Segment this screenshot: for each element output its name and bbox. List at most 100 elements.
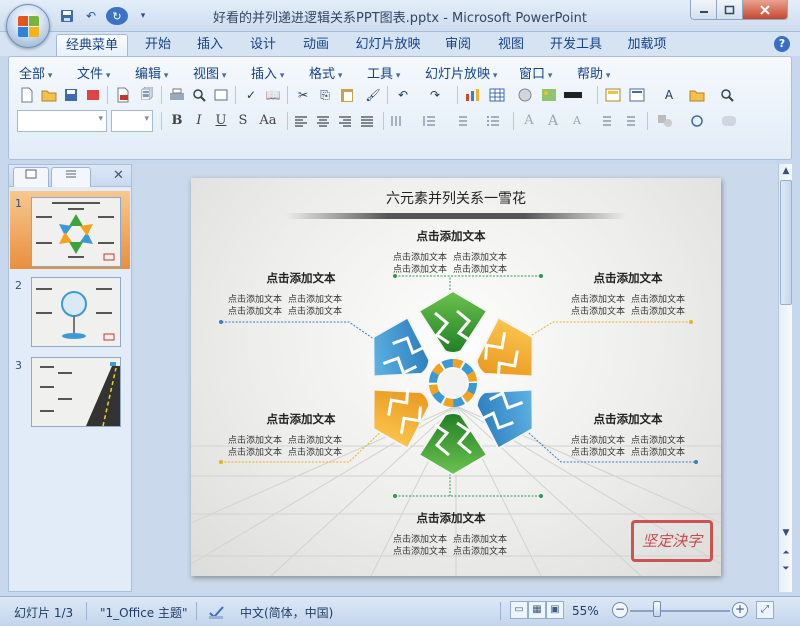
shadow-button[interactable]: S: [233, 111, 253, 131]
slide-sorter-button[interactable]: ▦: [528, 601, 546, 619]
spelling-icon[interactable]: ✓: [241, 85, 261, 105]
fit-to-window-icon[interactable]: ⤢: [756, 601, 774, 619]
insert-picture-icon[interactable]: [539, 85, 559, 105]
minimize-button[interactable]: [690, 0, 717, 20]
align-left-icon[interactable]: [291, 111, 311, 131]
slideshow-button[interactable]: ▣: [546, 601, 564, 619]
zoom-slider-knob[interactable]: [653, 601, 661, 617]
menu-tools[interactable]: 工具: [367, 63, 400, 82]
italic-button[interactable]: I: [189, 111, 209, 131]
help-icon[interactable]: ?: [774, 36, 790, 52]
heading-upper-left[interactable]: 点击添加文本: [241, 270, 361, 286]
copy-icon[interactable]: ⎘: [315, 85, 335, 105]
menu-insert[interactable]: 插入: [251, 63, 284, 82]
grow-font-icon[interactable]: A: [543, 111, 563, 131]
theme-name[interactable]: "1_Office 主题": [100, 604, 188, 621]
next-slide-icon[interactable]: ⏷: [779, 564, 793, 574]
print-preview-icon[interactable]: [189, 85, 209, 105]
bold-button[interactable]: B: [167, 111, 187, 131]
justify-icon[interactable]: [357, 111, 377, 131]
menu-help[interactable]: 帮助: [577, 63, 610, 82]
menu-all[interactable]: 全部: [19, 63, 52, 82]
zoom-level[interactable]: 55%: [572, 604, 599, 618]
export-pdf-icon[interactable]: [113, 85, 133, 105]
slide-thumbnail-1[interactable]: [31, 197, 121, 267]
bullets-icon[interactable]: [483, 111, 503, 131]
tab-addins[interactable]: 加载项: [622, 34, 672, 56]
slides-tab[interactable]: [13, 167, 49, 187]
undo-icon[interactable]: ↶: [393, 85, 413, 105]
tab-slideshow[interactable]: 幻灯片放映: [350, 34, 426, 56]
tab-animations[interactable]: 动画: [296, 34, 336, 56]
arrange-icon[interactable]: [687, 111, 707, 131]
body-bottom[interactable]: 点击添加文本 点击添加文本 点击添加文本 点击添加文本: [393, 534, 523, 558]
tab-view[interactable]: 视图: [491, 34, 531, 56]
numbering-icon[interactable]: [451, 111, 471, 131]
clipart-icon[interactable]: [515, 85, 535, 105]
font-name-combo[interactable]: [17, 110, 107, 132]
insert-chart-icon[interactable]: [463, 85, 483, 105]
change-case-button[interactable]: Aa: [255, 111, 281, 131]
language-indicator[interactable]: 中文(简体，中国): [240, 604, 333, 621]
close-pane-icon[interactable]: ✕: [113, 168, 124, 183]
heading-lower-right[interactable]: 点击添加文本: [568, 411, 688, 427]
format-painter-icon[interactable]: 🖌: [363, 85, 383, 105]
slide-thumbnail-2[interactable]: [31, 277, 121, 347]
line-spacing-icon[interactable]: [419, 111, 439, 131]
decrease-indent-icon[interactable]: [595, 111, 615, 131]
quick-styles-icon[interactable]: [719, 111, 739, 131]
zoom-out-button[interactable]: −: [612, 602, 628, 618]
attach-icon[interactable]: 🗐: [137, 85, 157, 105]
body-lower-left[interactable]: 点击添加文本 点击添加文本 点击添加文本 点击添加文本: [228, 435, 358, 459]
scrollbar-thumb[interactable]: [780, 180, 792, 305]
slide-thumbnail-3[interactable]: [31, 357, 121, 427]
open-folder-icon[interactable]: [39, 85, 59, 105]
new-document-icon[interactable]: [17, 85, 37, 105]
paste-icon[interactable]: [337, 85, 357, 105]
tab-insert[interactable]: 插入: [190, 34, 230, 56]
tab-home[interactable]: 开始: [138, 34, 178, 56]
menu-window[interactable]: 窗口: [519, 63, 552, 82]
menu-slideshow[interactable]: 幻灯片放映: [425, 63, 497, 82]
shapes-icon[interactable]: [655, 111, 675, 131]
current-slide[interactable]: 六元素并列关系一雪花 点击添加文本 点击添加文本 点击添加文本 点击添加文本 点…: [191, 178, 721, 576]
previous-slide-icon[interactable]: ⏶: [779, 548, 793, 558]
scroll-down-icon[interactable]: ▼: [779, 528, 793, 538]
body-upper-left[interactable]: 点击添加文本 点击添加文本 点击添加文本 点击添加文本: [228, 294, 358, 318]
spelling-check-icon[interactable]: [208, 604, 226, 623]
body-lower-right[interactable]: 点击添加文本 点击添加文本 点击添加文本 点击添加文本: [571, 435, 701, 459]
open-folder-small-icon[interactable]: [687, 85, 707, 105]
zoom-in-button[interactable]: +: [732, 602, 748, 618]
vertical-scrollbar[interactable]: ▲ ▼ ⏶ ⏷: [778, 164, 792, 592]
align-center-icon[interactable]: [313, 111, 333, 131]
tab-developer[interactable]: 开发工具: [544, 34, 608, 56]
slide-layout-icon[interactable]: [627, 85, 647, 105]
cut-icon[interactable]: ✂: [293, 85, 313, 105]
scroll-up-icon[interactable]: ▲: [779, 166, 793, 176]
align-right-icon[interactable]: [335, 111, 355, 131]
text-direction-icon[interactable]: [387, 111, 407, 131]
office-button[interactable]: [6, 4, 50, 48]
redo-icon[interactable]: ↻: [106, 7, 128, 25]
menu-file[interactable]: 文件: [77, 63, 110, 82]
customize-qat-icon[interactable]: ▾: [134, 7, 152, 25]
undo-icon[interactable]: ↶: [82, 7, 100, 25]
tab-review[interactable]: 审阅: [438, 34, 478, 56]
zoom-slider-track[interactable]: [630, 610, 730, 612]
tab-design[interactable]: 设计: [243, 34, 283, 56]
increase-indent-icon[interactable]: [619, 111, 639, 131]
insert-table-icon[interactable]: [487, 85, 507, 105]
underline-button[interactable]: U: [211, 111, 231, 131]
heading-bottom[interactable]: 点击添加文本: [391, 510, 511, 526]
save-icon[interactable]: [58, 7, 76, 25]
print-icon[interactable]: [167, 85, 187, 105]
maximize-button[interactable]: [716, 0, 743, 20]
permission-icon[interactable]: [83, 85, 103, 105]
redo-icon[interactable]: ↷: [425, 85, 445, 105]
heading-upper-right[interactable]: 点击添加文本: [568, 270, 688, 286]
new-slide-icon[interactable]: [603, 85, 623, 105]
font-size-combo[interactable]: [111, 110, 153, 132]
heading-top[interactable]: 点击添加文本: [391, 228, 511, 244]
line-style-icon[interactable]: [563, 85, 583, 105]
outline-tab[interactable]: [51, 167, 91, 187]
